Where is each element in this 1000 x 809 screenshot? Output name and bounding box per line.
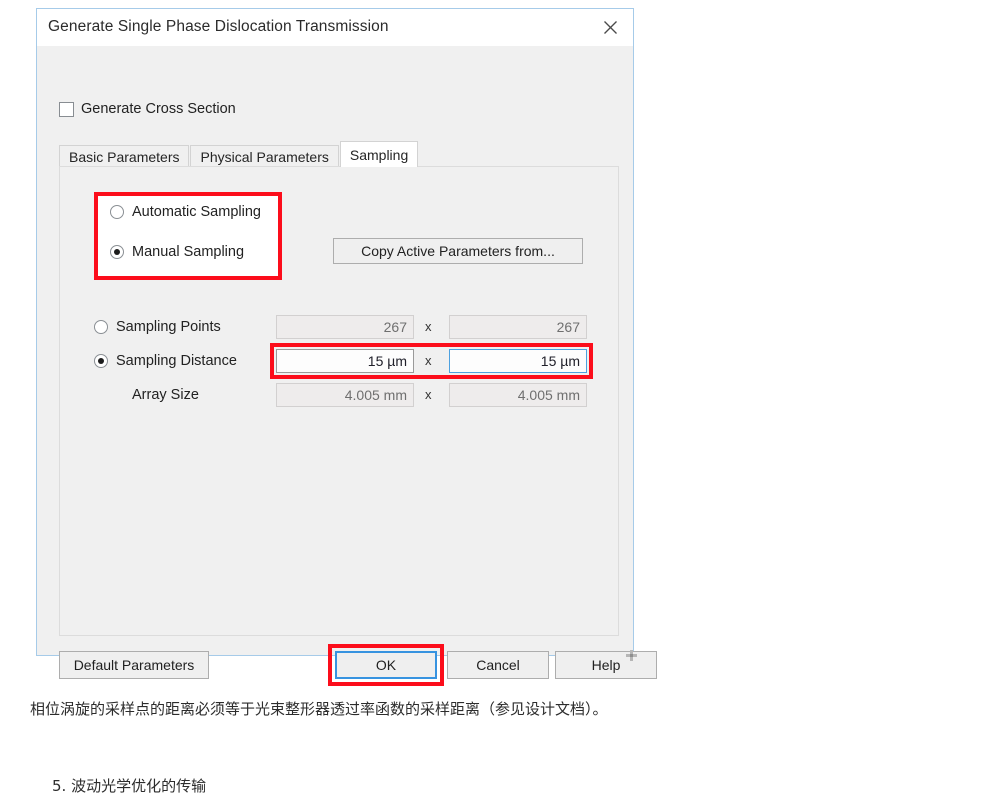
- tab-physical-parameters[interactable]: Physical Parameters: [190, 145, 339, 167]
- radio-indicator[interactable]: [94, 354, 108, 368]
- dialog-title: Generate Single Phase Dislocation Transm…: [48, 18, 389, 35]
- row-array-size: Array Size 4.005 mm x 4.005 mm: [60, 383, 618, 407]
- generate-cross-section-label: Generate Cross Section: [81, 101, 236, 117]
- array-size-y-field: 4.005 mm: [449, 383, 587, 407]
- radio-automatic-sampling-label: Automatic Sampling: [132, 204, 261, 220]
- radio-indicator[interactable]: [110, 205, 124, 219]
- radio-indicator[interactable]: [94, 320, 108, 334]
- array-size-label: Array Size: [132, 387, 199, 403]
- radio-manual-sampling-label: Manual Sampling: [132, 244, 245, 260]
- document-paragraph-1: 相位涡旋的采样点的距离必须等于光束整形器透过率函数的采样距离（参见设计文档）。: [30, 700, 608, 718]
- sampling-points-y-field: 267: [449, 315, 587, 339]
- generate-single-phase-dislocation-transmission-dialog: Generate Single Phase Dislocation Transm…: [36, 8, 657, 686]
- radio-manual-sampling[interactable]: Manual Sampling: [110, 244, 244, 260]
- tab-sampling[interactable]: Sampling: [339, 141, 419, 167]
- dialog-client-area: Generate Cross Section Basic Parameters …: [37, 46, 657, 686]
- tab-basic-parameters[interactable]: Basic Parameters: [59, 145, 190, 167]
- radio-automatic-sampling[interactable]: Automatic Sampling: [110, 204, 261, 220]
- radio-sampling-distance[interactable]: Sampling Distance: [94, 353, 237, 369]
- ok-button[interactable]: OK: [335, 651, 437, 679]
- sampling-distance-y-field[interactable]: 15 µm: [449, 349, 587, 373]
- row-sampling-distance: Sampling Distance 15 µm x 15 µm: [60, 349, 618, 373]
- help-button[interactable]: Help: [555, 651, 657, 679]
- tab-strip: Basic Parameters Physical Parameters Sam…: [59, 141, 419, 167]
- dialog-titlebar[interactable]: Generate Single Phase Dislocation Transm…: [37, 8, 633, 46]
- sampling-points-x-field: 267: [276, 315, 414, 339]
- sampling-distance-label: Sampling Distance: [116, 353, 237, 369]
- checkbox-box[interactable]: [59, 101, 74, 117]
- row-sampling-points: Sampling Points 267 x 267: [60, 315, 618, 339]
- close-icon[interactable]: [588, 9, 633, 46]
- resize-grip[interactable]: [626, 648, 637, 661]
- radio-indicator[interactable]: [110, 245, 124, 259]
- x-separator: x: [425, 319, 432, 334]
- sampling-distance-x-field[interactable]: 15 µm: [276, 349, 414, 373]
- sampling-tab-panel: Automatic Sampling Manual Sampling Copy …: [59, 166, 619, 636]
- x-separator: x: [425, 353, 432, 368]
- generate-cross-section-checkbox[interactable]: Generate Cross Section: [59, 101, 236, 117]
- radio-sampling-points[interactable]: Sampling Points: [94, 319, 221, 335]
- dialog-button-bar: Default Parameters OK Cancel Help: [37, 644, 657, 686]
- x-separator: x: [425, 387, 432, 402]
- copy-active-parameters-button[interactable]: Copy Active Parameters from...: [333, 238, 583, 264]
- document-paragraph-2: 5. 波动光学优化的传输: [52, 777, 207, 795]
- array-size-x-field: 4.005 mm: [276, 383, 414, 407]
- sampling-points-label: Sampling Points: [116, 319, 221, 335]
- cancel-button[interactable]: Cancel: [447, 651, 549, 679]
- default-parameters-button[interactable]: Default Parameters: [59, 651, 209, 679]
- sampling-mode-radio-group: Automatic Sampling Manual Sampling: [94, 192, 282, 280]
